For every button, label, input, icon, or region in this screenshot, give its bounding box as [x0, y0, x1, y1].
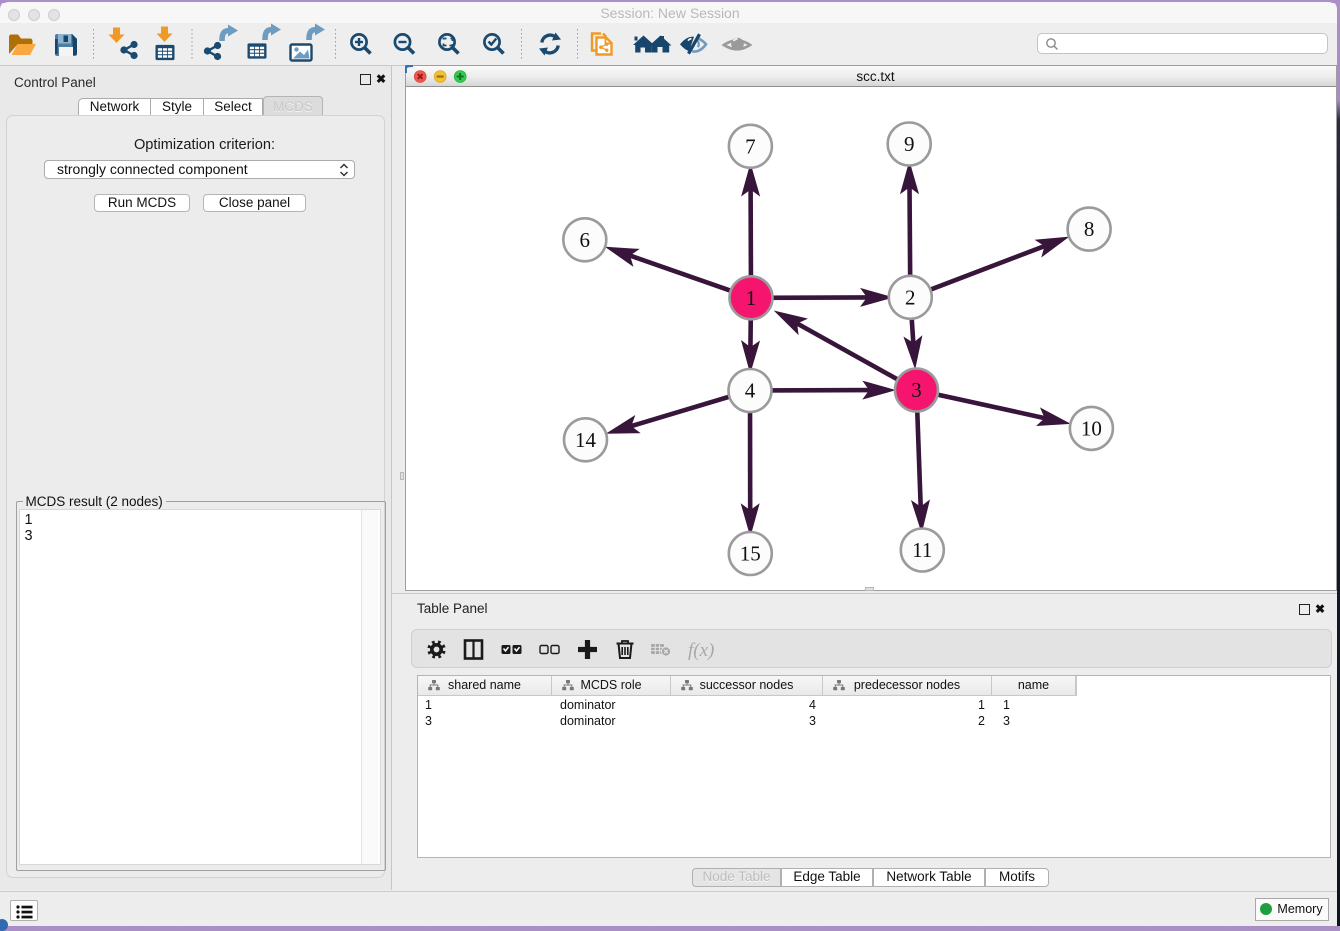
svg-text:f(x): f(x) [688, 640, 714, 661]
svg-text:10: 10 [1080, 416, 1101, 440]
svg-text:7: 7 [745, 134, 756, 158]
svg-text:8: 8 [1083, 217, 1094, 241]
svg-text:11: 11 [912, 538, 932, 562]
svg-text:3: 3 [911, 378, 922, 402]
svg-text:1: 1 [745, 286, 756, 310]
svg-text:6: 6 [579, 228, 590, 252]
svg-text:9: 9 [903, 132, 914, 156]
svg-text:15: 15 [739, 542, 760, 566]
svg-text:2: 2 [905, 285, 916, 309]
svg-text:14: 14 [575, 428, 597, 452]
svg-text:4: 4 [744, 379, 755, 403]
